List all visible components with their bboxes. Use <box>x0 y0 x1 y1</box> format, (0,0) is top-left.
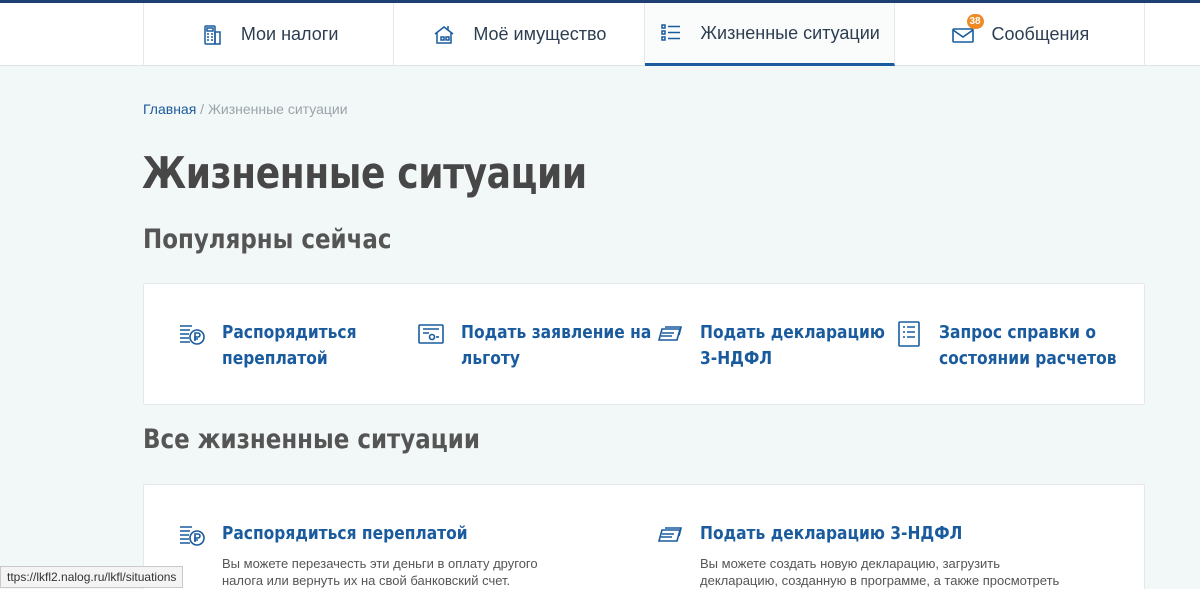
situation-title-link[interactable]: Подать декларацию 3-НДФЛ <box>700 521 1010 547</box>
popular-item-label: Запрос справки о состоянии расчетов <box>939 322 1117 369</box>
nav-label: Сообщения <box>991 24 1090 44</box>
popular-item-label: Подать заявление на льготу <box>461 322 652 369</box>
nav-messages[interactable]: 38 Сообщения <box>895 3 1145 66</box>
browser-status-url: ttps://lkfl2.nalog.ru/lkfl/situations <box>0 566 184 588</box>
calculator-icon <box>199 22 225 48</box>
popular-item-label: Распорядиться переплатой <box>222 322 357 369</box>
all-situations-card: Распорядиться переплатой Вы можете перез… <box>143 484 1145 589</box>
list-icon <box>658 20 684 46</box>
nav-label: Жизненные ситуации <box>700 22 880 43</box>
situation-declaration: Подать декларацию 3-НДФЛ Вы можете созда… <box>656 521 1060 589</box>
ruble-coins-icon <box>178 320 206 348</box>
breadcrumb-current: Жизненные ситуации <box>207 101 348 117</box>
house-icon <box>431 22 457 48</box>
document-list-icon <box>895 320 923 348</box>
situation-overpayment: Распорядиться переплатой Вы можете перез… <box>178 521 582 589</box>
ruble-coins-icon <box>178 521 206 549</box>
nav-my-property[interactable]: Моё имущество <box>394 3 645 66</box>
documents-stack-icon <box>656 320 684 348</box>
breadcrumb-home-link[interactable]: Главная <box>143 101 196 117</box>
breadcrumb: Главная / Жизненные ситуации <box>143 101 348 117</box>
breadcrumb-separator: / <box>196 101 208 117</box>
nav-life-situations[interactable]: Жизненные ситуации <box>644 3 895 66</box>
envelope-icon: 38 <box>950 13 984 48</box>
nav-label: Мои налоги <box>240 24 339 44</box>
popular-item-label: Подать декларацию 3-НДФЛ <box>700 322 885 369</box>
certificate-icon <box>417 320 445 348</box>
all-situations-title: Все жизненные ситуации <box>143 424 480 455</box>
documents-stack-icon <box>656 521 684 549</box>
nav-label: Моё имущество <box>473 24 607 44</box>
top-navigation: Мои налоги Моё имущество Жизненные ситуа… <box>0 3 1200 66</box>
popular-card: Распорядиться переплатой Подать заявлени… <box>143 283 1145 405</box>
popular-section-title: Популярны сейчас <box>143 224 392 255</box>
messages-count-badge: 38 <box>966 13 984 29</box>
situation-description: Вы можете создать новую декларацию, загр… <box>700 556 1060 588</box>
nav-my-taxes[interactable]: Мои налоги <box>144 3 395 66</box>
situation-description: Вы можете перезачесть эти деньги в оплат… <box>222 556 538 588</box>
page-title: Жизненные ситуации <box>142 148 587 199</box>
popular-item-settlement-certificate[interactable]: Запрос справки о состоянии расчетов <box>895 320 1179 372</box>
situation-title-link[interactable]: Распорядиться переплатой <box>222 521 532 547</box>
